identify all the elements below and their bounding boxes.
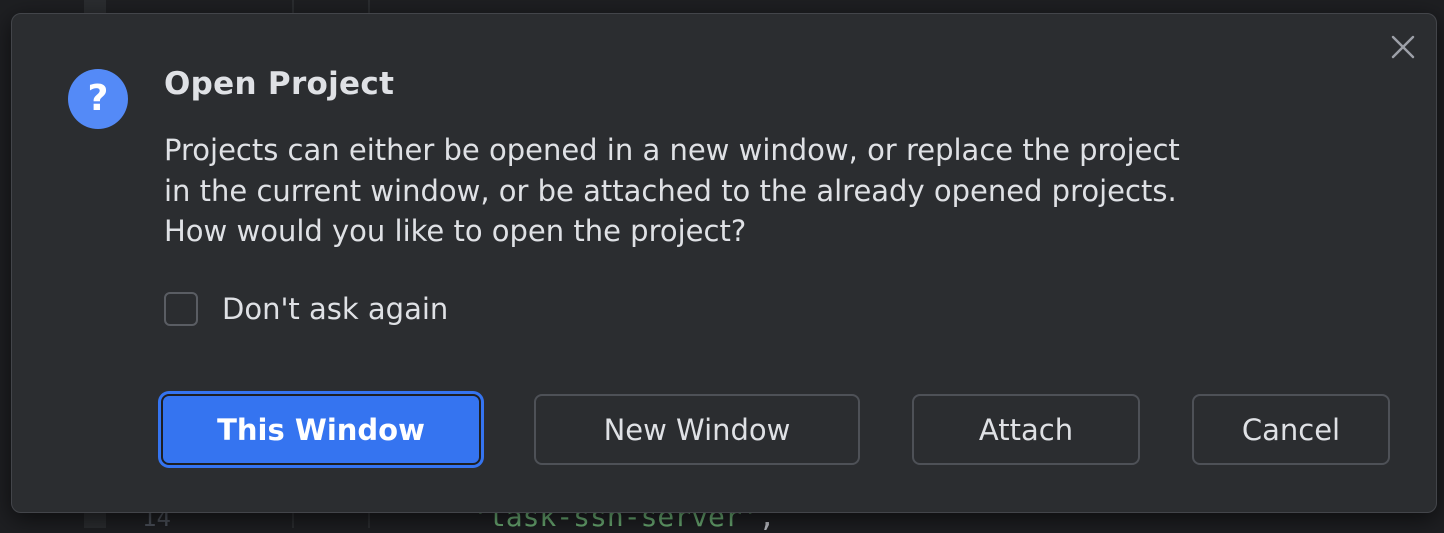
- question-icon: ?: [68, 69, 128, 129]
- dialog-message-line: How would you like to open the project?: [164, 214, 747, 248]
- open-project-dialog: ? Open Project Projects can either be op…: [11, 13, 1437, 513]
- cancel-button[interactable]: Cancel: [1192, 394, 1390, 465]
- dialog-message-line: Projects can either be opened in a new w…: [164, 133, 1180, 167]
- dont-ask-again-checkbox[interactable]: Don't ask again: [164, 290, 448, 328]
- this-window-button[interactable]: This Window: [161, 394, 481, 465]
- checkbox-label: Don't ask again: [222, 292, 449, 326]
- close-icon[interactable]: [1388, 32, 1418, 62]
- attach-button[interactable]: Attach: [912, 394, 1140, 465]
- checkbox-box[interactable]: [164, 292, 198, 326]
- dialog-message-line: in the current window, or be attached to…: [164, 173, 1177, 208]
- dialog-message: Projects can either be opened in a new w…: [164, 130, 1304, 252]
- new-window-button[interactable]: New Window: [534, 394, 860, 465]
- dialog-title: Open Project: [164, 66, 395, 102]
